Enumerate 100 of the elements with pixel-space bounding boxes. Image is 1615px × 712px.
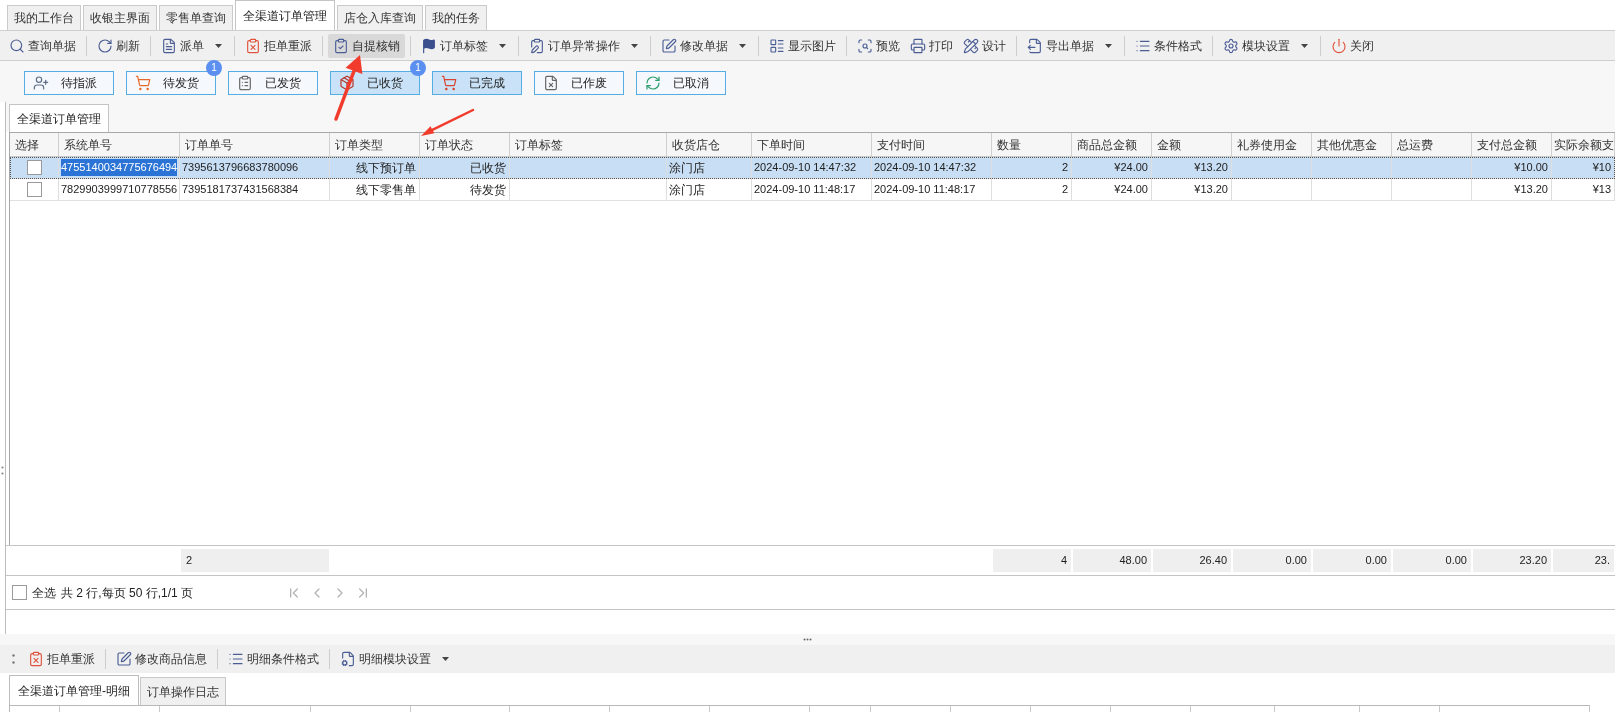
table-cell: 2024-09-10 11:48:17 xyxy=(872,179,992,200)
tab[interactable]: 我的工作台 xyxy=(7,5,81,30)
column-header[interactable]: 订单类型 xyxy=(330,133,420,156)
toolbar-button[interactable]: 修改商品信息 xyxy=(111,647,212,671)
splitter-grip-icon[interactable] xyxy=(803,638,812,641)
column-header[interactable]: 金额 xyxy=(1152,133,1232,156)
column-header[interactable]: 订单单号 xyxy=(180,133,330,156)
count-badge: 1 xyxy=(206,60,222,76)
list-card-icon xyxy=(769,37,785,54)
cart-icon xyxy=(441,75,457,91)
table-cell: 7395613796683780096 xyxy=(180,157,330,178)
status-filter-button[interactable]: 已完成 xyxy=(432,71,522,95)
cart-icon xyxy=(135,75,151,91)
checkbox-label[interactable]: 全选 xyxy=(32,583,56,602)
edit-icon xyxy=(116,651,132,667)
toolbar-button[interactable]: 条件格式 xyxy=(1130,33,1207,58)
total-cell: 23. xyxy=(1553,549,1614,572)
table-cell: 2024-09-10 14:47:32 xyxy=(752,157,872,178)
power-icon xyxy=(1331,37,1347,54)
tab[interactable]: 零售单查询 xyxy=(159,5,233,30)
annotation-arrow xyxy=(334,55,363,121)
toolbar-button[interactable]: 显示图片 xyxy=(764,33,841,58)
total-cell: 0.00 xyxy=(1393,549,1471,572)
table-cell: ¥13.20 xyxy=(1152,179,1232,200)
column-header[interactable]: 其他优惠金 xyxy=(1312,133,1392,156)
table-row[interactable]: 4755140034775676494 7395613796683780096 线下预订单 已收货 涂门店 2024-09-10 14:47:32 2024-09-10 14:47:32 2 ¥24.00 ¥13.20 ¥10.00 ¥10 xyxy=(10,157,1615,179)
column-header[interactable]: 收货店仓 xyxy=(667,133,752,156)
total-cell: 48.00 xyxy=(1073,549,1151,572)
toolbar-button[interactable]: 拒单重派 xyxy=(240,33,317,58)
refresh-icon xyxy=(645,75,661,91)
toolbar-button[interactable]: 关闭 xyxy=(1326,33,1379,58)
status-filter-button[interactable]: 已取消 xyxy=(636,71,726,95)
tab[interactable]: 全渠道订单管理 xyxy=(9,104,109,132)
table-cell: ¥13 xyxy=(1552,179,1615,200)
status-filter-button[interactable]: 待指派 xyxy=(24,71,114,95)
document-icon xyxy=(161,37,177,54)
box-icon xyxy=(339,75,355,91)
toolbar-button[interactable]: 拒单重派 xyxy=(23,647,100,671)
file-export-icon xyxy=(1027,37,1043,54)
column-header[interactable]: 数量 xyxy=(992,133,1072,156)
tab[interactable]: 全渠道订单管理-明细 xyxy=(9,675,139,705)
toolbar-button[interactable]: 订单异常操作 xyxy=(524,33,645,58)
table-cell: 线下预订单 xyxy=(330,157,420,178)
table-cell: ¥24.00 xyxy=(1072,157,1152,178)
tab[interactable]: 全渠道订单管理 xyxy=(235,0,335,30)
column-header[interactable]: 订单标签 xyxy=(510,133,667,156)
page-info: 共 2 行,每页 50 行,1/1 页 xyxy=(61,584,194,602)
table-cell: 涂门店 xyxy=(667,179,752,200)
toolbar-button[interactable]: 自提核销 xyxy=(328,33,405,58)
table-cell: 待发货 xyxy=(420,179,510,200)
column-header[interactable]: 系统单号 xyxy=(59,133,180,156)
table-cell: 2 xyxy=(992,157,1072,178)
status-filter-button[interactable]: 已收货 xyxy=(330,71,420,95)
splitter-grip-icon[interactable] xyxy=(1,466,4,475)
row-checkbox[interactable] xyxy=(26,182,42,197)
column-header[interactable]: 实际余额支 xyxy=(1552,133,1615,156)
annotation-arrow xyxy=(421,108,475,136)
column-header[interactable]: 总运费 xyxy=(1392,133,1472,156)
toolbar-button[interactable]: 预览 xyxy=(852,33,905,58)
list-icon xyxy=(228,651,244,667)
tab[interactable]: 店仓入库查询 xyxy=(337,5,423,30)
status-filter-button[interactable]: 已作废 xyxy=(534,71,624,95)
toolbar-button[interactable]: 打印 xyxy=(905,33,958,58)
table-cell: ¥13.20 xyxy=(1472,179,1552,200)
printer-icon xyxy=(910,37,926,54)
total-cell: 2 xyxy=(181,549,329,572)
toolbar-button[interactable]: 修改单据 xyxy=(656,33,753,58)
table-cell: 2024-09-10 14:47:32 xyxy=(872,157,992,178)
tab[interactable]: 订单操作日志 xyxy=(140,677,226,705)
toolbar-button[interactable]: 明细条件格式 xyxy=(223,647,324,671)
magnifier-frame-icon xyxy=(857,37,873,54)
row-checkbox[interactable] xyxy=(26,160,42,175)
count-badge: 1 xyxy=(410,60,426,76)
toolbar-button[interactable]: 设计 xyxy=(958,33,1011,58)
table-cell: 涂门店 xyxy=(667,157,752,178)
toolbar-button[interactable]: 明细模块设置 xyxy=(335,647,456,671)
tab[interactable]: 我的任务 xyxy=(425,5,487,30)
tab[interactable]: 收银主界面 xyxy=(83,5,157,30)
column-header[interactable]: 下单时间 xyxy=(752,133,872,156)
table-row[interactable]: 7829903999710778556 7395181737431568384 线下零售单 待发货 涂门店 2024-09-10 11:48:17 2024-09-10 11:48:17 2 ¥24.00 ¥13.20 ¥13.20 ¥13 xyxy=(10,179,1615,201)
toolbar-button[interactable]: 查询单据 xyxy=(4,33,81,58)
total-cell: 23.20 xyxy=(1473,549,1551,572)
column-header[interactable]: 礼券使用金 xyxy=(1232,133,1312,156)
toolbar-button[interactable]: 刷新 xyxy=(92,33,145,58)
toolbar-grip-icon[interactable] xyxy=(12,654,15,664)
toolbar-button[interactable]: 订单标签 xyxy=(416,33,513,58)
status-filter-button[interactable]: 待发货 xyxy=(126,71,216,95)
table-cell: ¥24.00 xyxy=(1072,179,1152,200)
column-header[interactable]: 选择 xyxy=(10,133,59,156)
table-cell: 2024-09-10 11:48:17 xyxy=(752,179,872,200)
total-cell: 0.00 xyxy=(1233,549,1311,572)
toolbar-button[interactable]: 模块设置 xyxy=(1218,33,1315,58)
toolbar-button[interactable]: 导出单据 xyxy=(1022,33,1119,58)
toolbar-button[interactable]: 派单 xyxy=(156,33,229,58)
column-header[interactable]: 商品总金额 xyxy=(1072,133,1152,156)
column-header[interactable]: 支付时间 xyxy=(872,133,992,156)
select-all-checkbox[interactable] xyxy=(12,585,27,600)
status-filter-button[interactable]: 已发货 xyxy=(228,71,318,95)
column-header[interactable]: 支付总金额 xyxy=(1472,133,1552,156)
table-cell: 7829903999710778556 xyxy=(59,179,180,200)
